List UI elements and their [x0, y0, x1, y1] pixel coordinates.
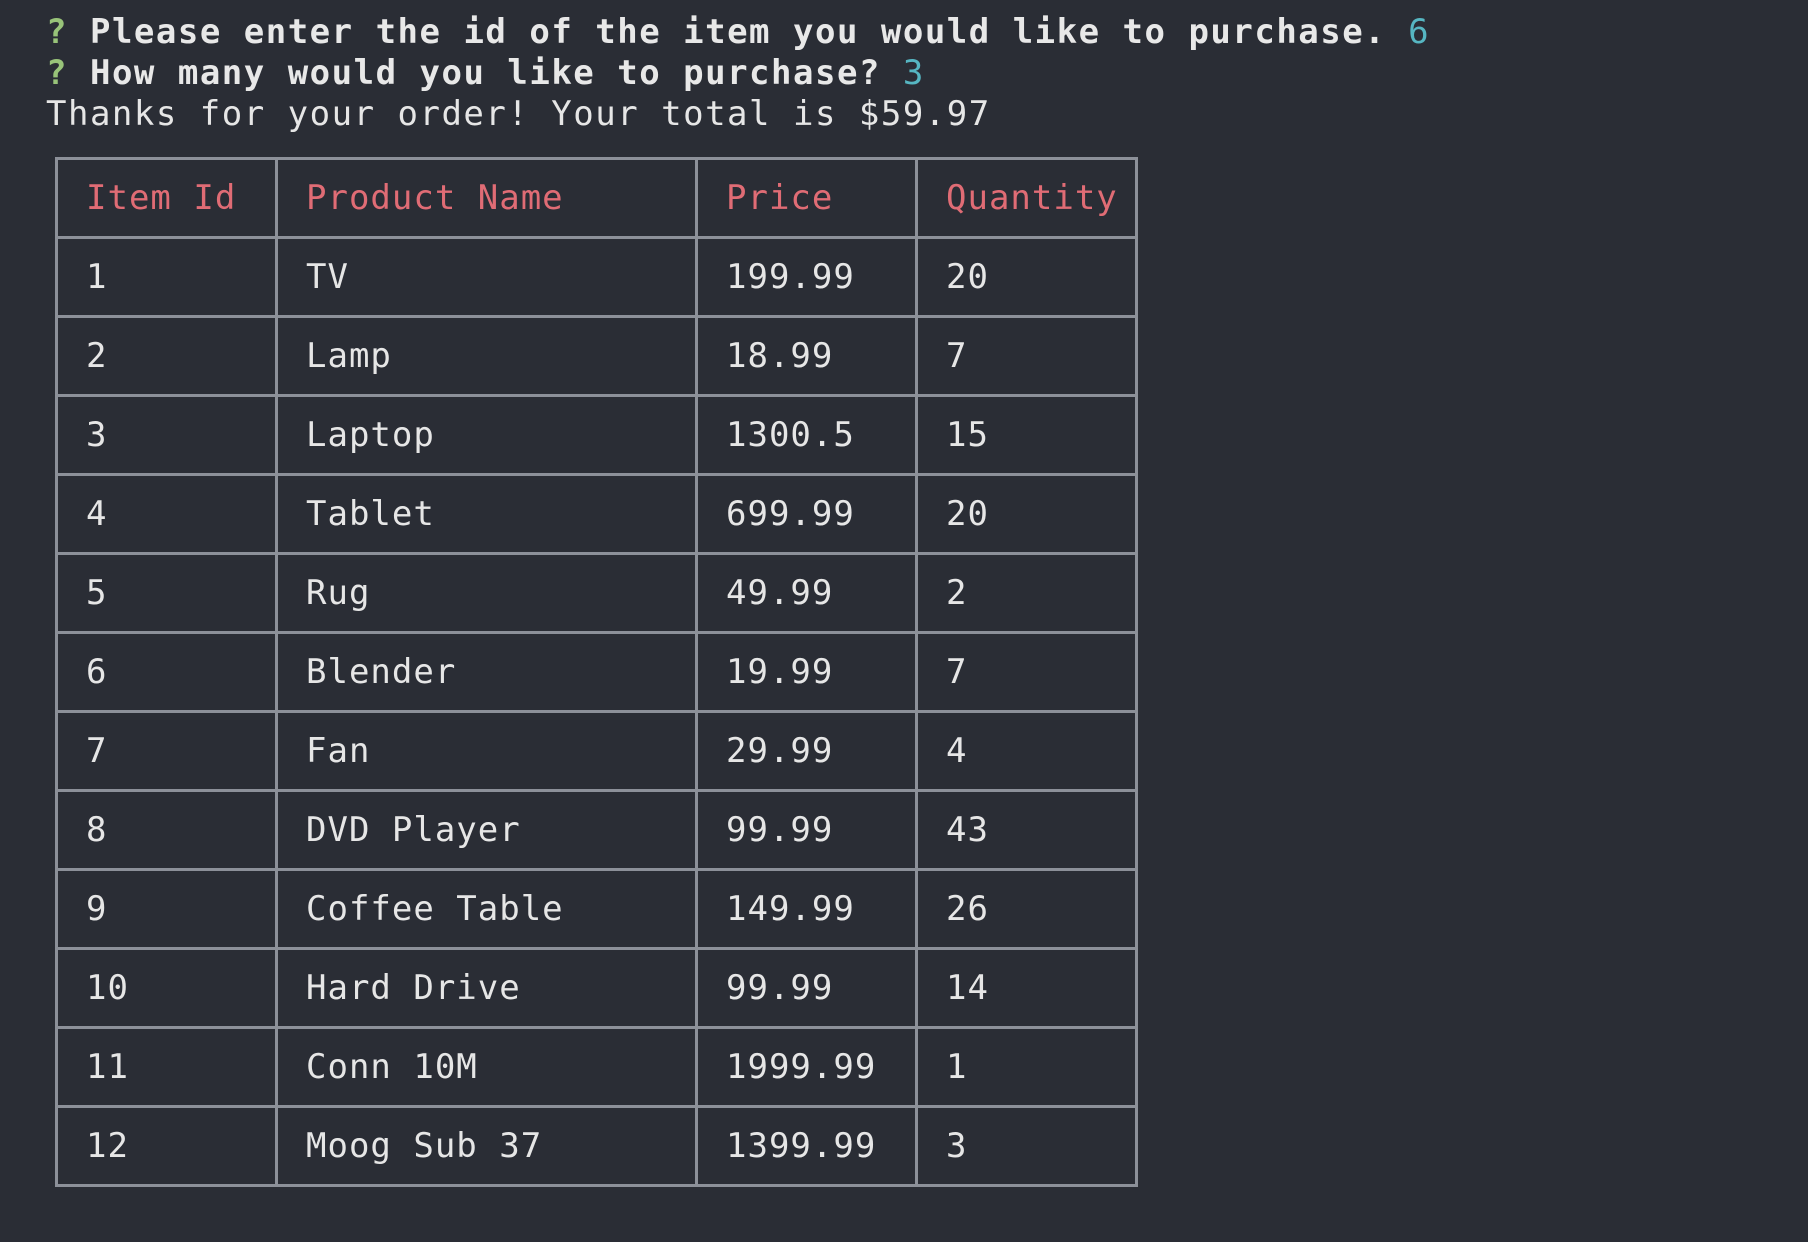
cell-quantity: 20 — [915, 473, 1138, 555]
cell-price: 49.99 — [695, 552, 918, 634]
cell-quantity: 14 — [915, 947, 1138, 1029]
cell-product-name: Moog Sub 37 — [275, 1105, 698, 1187]
cell-price: 199.99 — [695, 236, 918, 318]
cell-price: 699.99 — [695, 473, 918, 555]
table-row: 9 Coffee Table 149.99 26 — [55, 868, 1138, 950]
cell-quantity: 26 — [915, 868, 1138, 950]
cell-item-id: 4 — [55, 473, 278, 555]
cell-quantity: 7 — [915, 631, 1138, 713]
cell-quantity: 1 — [915, 1026, 1138, 1108]
cell-product-name: Rug — [275, 552, 698, 634]
cell-price: 1300.5 — [695, 394, 918, 476]
cell-price: 149.99 — [695, 868, 918, 950]
table-row: 2 Lamp 18.99 7 — [55, 315, 1138, 397]
cell-product-name: Blender — [275, 631, 698, 713]
cell-item-id: 7 — [55, 710, 278, 792]
cell-item-id: 10 — [55, 947, 278, 1029]
prompt-line-quantity: ? How many would you like to purchase? 3 — [46, 53, 1786, 94]
cell-product-name: Laptop — [275, 394, 698, 476]
prompt-answer: 6 — [1408, 12, 1431, 52]
table-row: 7 Fan 29.99 4 — [55, 710, 1138, 792]
cell-item-id: 2 — [55, 315, 278, 397]
cell-quantity: 7 — [915, 315, 1138, 397]
cell-quantity: 43 — [915, 789, 1138, 871]
cell-product-name: DVD Player — [275, 789, 698, 871]
table-row: 11 Conn 10M 1999.99 1 — [55, 1026, 1138, 1108]
question-mark: ? — [46, 53, 68, 93]
table-row: 6 Blender 19.99 7 — [55, 631, 1138, 713]
inventory-table: Item Id Product Name Price Quantity 1 TV 1… — [55, 157, 1138, 1187]
cell-quantity: 15 — [915, 394, 1138, 476]
cell-product-name: Tablet — [275, 473, 698, 555]
cell-item-id: 6 — [55, 631, 278, 713]
prompt-question: Please enter the id of the item you woul… — [89, 12, 1387, 52]
cell-product-name: Coffee Table — [275, 868, 698, 950]
terminal-output: ? Please enter the id of the item you wo… — [46, 12, 1786, 135]
cell-product-name: Hard Drive — [275, 947, 698, 1029]
table-header-row: Item Id Product Name Price Quantity — [55, 157, 1138, 239]
header-quantity: Quantity — [915, 157, 1138, 239]
cell-product-name: TV — [275, 236, 698, 318]
table-row: 3 Laptop 1300.5 15 — [55, 394, 1138, 476]
cell-quantity: 3 — [915, 1105, 1138, 1187]
cell-price: 29.99 — [695, 710, 918, 792]
table-row: 5 Rug 49.99 2 — [55, 552, 1138, 634]
cell-price: 99.99 — [695, 947, 918, 1029]
cell-product-name: Fan — [275, 710, 698, 792]
cell-item-id: 3 — [55, 394, 278, 476]
cell-product-name: Lamp — [275, 315, 698, 397]
cell-price: 99.99 — [695, 789, 918, 871]
table-row: 8 DVD Player 99.99 43 — [55, 789, 1138, 871]
header-item-id: Item Id — [55, 157, 278, 239]
cell-price: 1399.99 — [695, 1105, 918, 1187]
header-price: Price — [695, 157, 918, 239]
table-row: 1 TV 199.99 20 — [55, 236, 1138, 318]
cell-item-id: 1 — [55, 236, 278, 318]
header-product-name: Product Name — [275, 157, 698, 239]
cell-price: 18.99 — [695, 315, 918, 397]
cell-quantity: 4 — [915, 710, 1138, 792]
cell-quantity: 20 — [915, 236, 1138, 318]
table-row: 12 Moog Sub 37 1399.99 3 — [55, 1105, 1138, 1187]
order-confirmation: Thanks for your order! Your total is $59… — [46, 94, 991, 134]
cell-price: 1999.99 — [695, 1026, 918, 1108]
cell-product-name: Conn 10M — [275, 1026, 698, 1108]
prompt-line-item-id: ? Please enter the id of the item you wo… — [46, 12, 1786, 53]
cell-item-id: 5 — [55, 552, 278, 634]
prompt-answer: 3 — [902, 53, 925, 93]
cell-price: 19.99 — [695, 631, 918, 713]
cell-item-id: 8 — [55, 789, 278, 871]
question-mark: ? — [46, 12, 68, 52]
cell-item-id: 11 — [55, 1026, 278, 1108]
cell-item-id: 9 — [55, 868, 278, 950]
table-row: 4 Tablet 699.99 20 — [55, 473, 1138, 555]
prompt-question: How many would you like to purchase? — [89, 53, 881, 93]
table-row: 10 Hard Drive 99.99 14 — [55, 947, 1138, 1029]
cell-item-id: 12 — [55, 1105, 278, 1187]
cell-quantity: 2 — [915, 552, 1138, 634]
